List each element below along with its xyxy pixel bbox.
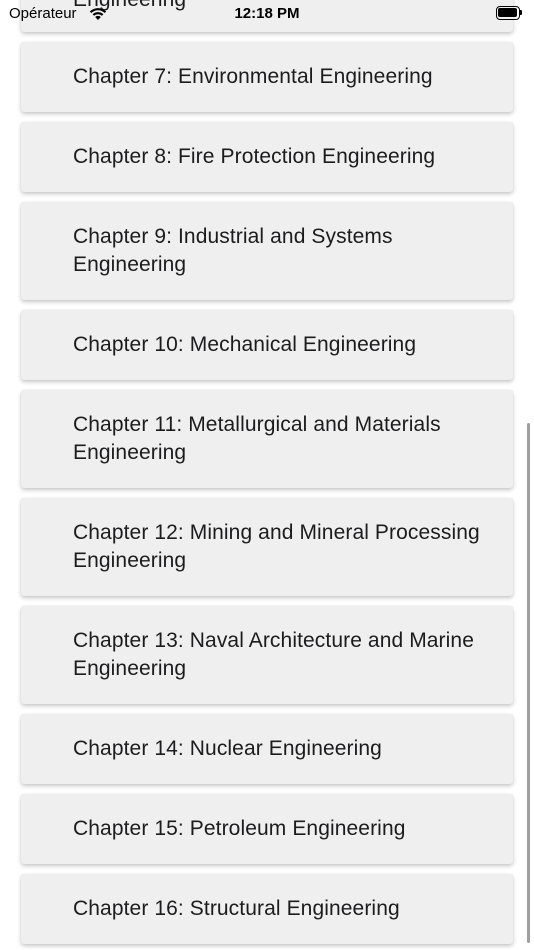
chapter-card-15[interactable]: Chapter 15: Petroleum Engineering [21, 794, 513, 864]
status-bar: Opérateur 12:18 PM [0, 0, 534, 30]
screen: Engineering Chapter 7: Environmental Eng… [0, 0, 534, 950]
chapter-list: Chapter 7: Environmental Engineering Cha… [21, 42, 513, 950]
chapter-label: Chapter 16: Structural Engineering [73, 897, 400, 920]
chapter-card-14[interactable]: Chapter 14: Nuclear Engineering [21, 714, 513, 784]
chapter-label: Chapter 7: Environmental Engineering [73, 65, 433, 88]
chapter-label: Chapter 13: Naval Architecture and Marin… [73, 629, 474, 680]
chapter-label: Chapter 12: Mining and Mineral Processin… [73, 521, 480, 572]
chapter-label: Chapter 15: Petroleum Engineering [73, 817, 406, 840]
chapter-card-8[interactable]: Chapter 8: Fire Protection Engineering [21, 122, 513, 192]
battery-icon [496, 6, 522, 20]
clock-time: 12:18 PM [234, 5, 300, 22]
chapter-card-9[interactable]: Chapter 9: Industrial and Systems Engine… [21, 202, 513, 300]
chapter-card-7[interactable]: Chapter 7: Environmental Engineering [21, 42, 513, 112]
chapter-label: Chapter 14: Nuclear Engineering [73, 737, 382, 760]
chapter-label: Chapter 8: Fire Protection Engineering [73, 145, 436, 168]
chapter-label: Chapter 9: Industrial and Systems Engine… [73, 225, 393, 276]
chapter-card-11[interactable]: Chapter 11: Metallurgical and Materials … [21, 390, 513, 488]
chapter-label: Chapter 11: Metallurgical and Materials … [73, 413, 441, 464]
chapter-card-12[interactable]: Chapter 12: Mining and Mineral Processin… [21, 498, 513, 596]
chapter-card-13[interactable]: Chapter 13: Naval Architecture and Marin… [21, 606, 513, 704]
chapter-label: Chapter 10: Mechanical Engineering [73, 333, 417, 356]
chapter-card-10[interactable]: Chapter 10: Mechanical Engineering [21, 310, 513, 380]
scroll-indicator[interactable] [527, 423, 530, 943]
chapter-card-16[interactable]: Chapter 16: Structural Engineering [21, 874, 513, 944]
